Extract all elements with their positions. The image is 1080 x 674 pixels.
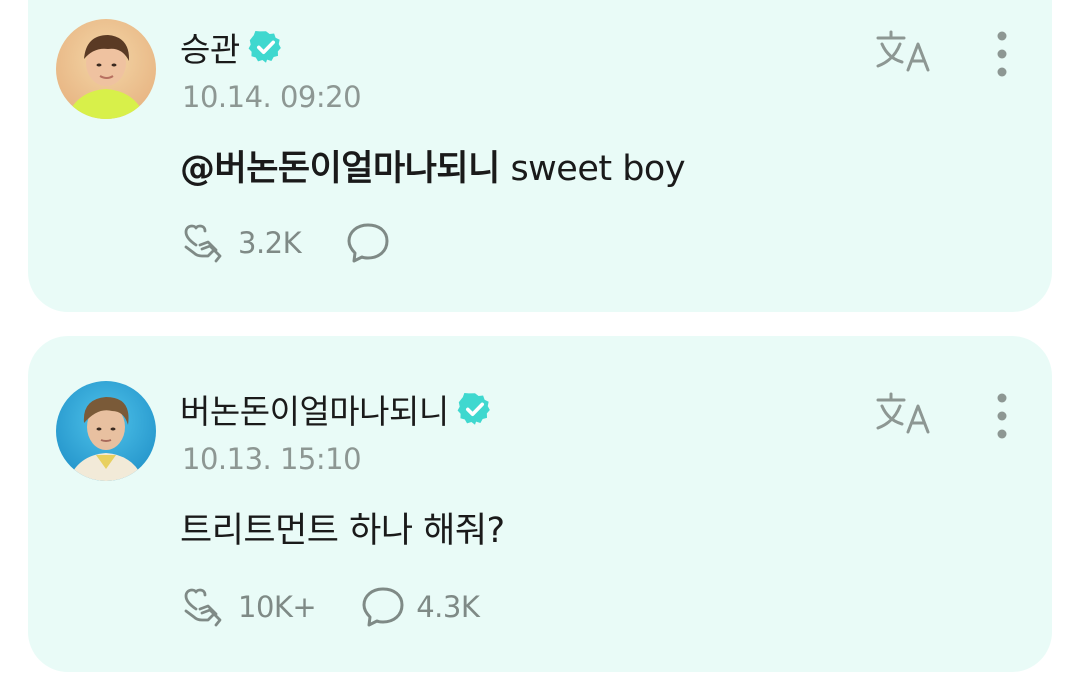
post-card[interactable]: 버논돈이얼마나되니 10.13. 15:10 트리트먼트 하나 해줘? 10K+… [28,336,1052,672]
hand-heart-like-icon [184,588,222,627]
verified-badge-icon [248,30,281,63]
post-timestamp: 10.14. 09:20 [182,80,362,114]
author-name[interactable]: 버논돈이얼마나되니 [180,385,449,433]
translate-icon[interactable] [874,390,934,438]
comment-button[interactable] [345,221,401,265]
like-count: 3.2K [238,226,302,260]
like-button[interactable]: 10K+ [180,585,317,629]
avatar-image [56,19,156,119]
author-row: 승관 [180,25,284,69]
post-actions: 10K+ 4.3K [180,583,523,631]
mention-link[interactable]: @버논돈이얼마나되니 [180,149,500,189]
post-body: @버논돈이얼마나되니 sweet boy [180,140,686,191]
comment-feed: 승관 10.14. 09:20 @버논돈이얼마나되니 sweet boy 3.2… [0,0,1080,674]
like-button[interactable]: 3.2K [180,221,302,265]
verified-badge-icon [457,392,490,425]
avatar[interactable] [56,381,156,481]
post-text: 트리트먼트 하나 해줘? [180,511,505,551]
post-text: sweet boy [499,149,686,189]
author-name[interactable]: 승관 [180,23,240,71]
post-body: 트리트먼트 하나 해줘? [180,502,505,553]
speech-bubble-icon [362,587,404,627]
comment-count: 4.3K [416,590,480,624]
speech-bubble-icon [347,223,389,263]
more-vertical-icon[interactable] [984,28,1020,80]
hand-heart-like-icon [184,224,222,263]
post-actions: 3.2K [180,219,445,267]
author-row: 버논돈이얼마나되니 [180,387,493,431]
avatar[interactable] [56,19,156,119]
translate-icon[interactable] [874,28,934,76]
avatar-image [56,381,156,481]
like-count: 10K+ [238,590,317,624]
more-vertical-icon[interactable] [984,390,1020,442]
post-timestamp: 10.13. 15:10 [182,442,362,476]
post-card[interactable]: 승관 10.14. 09:20 @버논돈이얼마나되니 sweet boy 3.2… [28,0,1052,312]
comment-button[interactable]: 4.3K [360,585,480,629]
